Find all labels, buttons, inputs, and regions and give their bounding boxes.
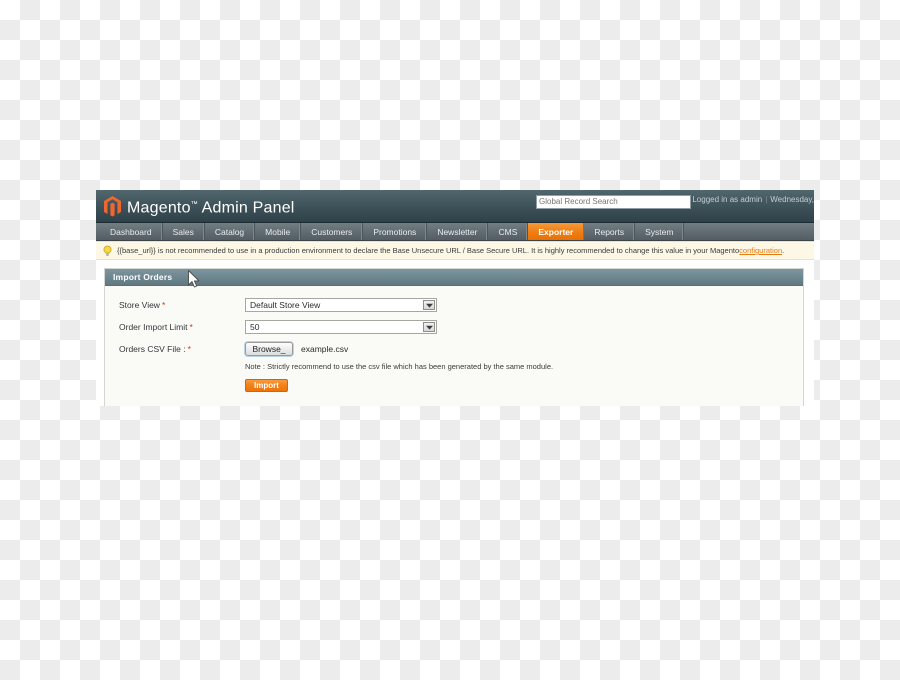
required-marker: * bbox=[161, 300, 166, 310]
chevron-down-icon[interactable] bbox=[423, 322, 435, 332]
form-row-order-import-limit: Order Import Limit * 50 bbox=[105, 320, 803, 334]
csv-note-text: Note : Strictly recommend to use the csv… bbox=[245, 362, 554, 371]
content-area: Import Orders Store View * Default Store … bbox=[96, 260, 814, 406]
global-record-search-input[interactable] bbox=[536, 195, 691, 209]
form-row-store-view: Store View * Default Store View bbox=[105, 298, 803, 312]
nav-label: System bbox=[645, 226, 674, 237]
main-navigation: Dashboard Sales Catalog Mobile Customers… bbox=[96, 223, 814, 241]
base-url-notice: {{base_url}} is not recommended to use i… bbox=[96, 241, 814, 260]
nav-item-sales[interactable]: Sales bbox=[163, 223, 205, 240]
store-view-control: Default Store View bbox=[245, 298, 803, 312]
selected-filename: example.csv bbox=[301, 344, 349, 354]
logged-in-label: Logged in as admin bbox=[692, 195, 763, 204]
required-marker: * bbox=[189, 322, 193, 332]
nav-label: Reports bbox=[594, 226, 625, 237]
store-view-selected-value: Default Store View bbox=[250, 300, 321, 310]
notice-configuration-link[interactable]: configuration bbox=[739, 246, 782, 255]
store-view-label: Store View * bbox=[105, 298, 245, 312]
nav-label: CMS bbox=[498, 226, 518, 237]
nav-item-newsletter[interactable]: Newsletter bbox=[427, 223, 489, 240]
trademark-mark: ™ bbox=[190, 201, 198, 208]
nav-item-reports[interactable]: Reports bbox=[584, 223, 636, 240]
magento-logo[interactable]: Magento™ Admin Panel bbox=[104, 194, 295, 218]
nav-item-dashboard[interactable]: Dashboard bbox=[96, 223, 163, 240]
nav-item-system[interactable]: System bbox=[635, 223, 685, 240]
notice-text: {{base_url}} is not recommended to use i… bbox=[117, 246, 740, 255]
orders-csv-file-label: Orders CSV File : * bbox=[105, 342, 245, 356]
order-import-limit-select[interactable]: 50 bbox=[245, 320, 437, 334]
nav-label: Mobile bbox=[265, 226, 291, 237]
panel-word: Admin Panel bbox=[201, 199, 295, 217]
form-row-orders-csv-file: Orders CSV File : * Browse_ example.csv N… bbox=[105, 342, 803, 392]
session-separator: | bbox=[765, 195, 768, 204]
store-view-select[interactable]: Default Store View bbox=[245, 298, 437, 312]
nav-label: Newsletter bbox=[437, 226, 478, 237]
session-info: Logged in as admin | Wednesday, bbox=[692, 195, 814, 204]
nav-label: Customers bbox=[311, 226, 353, 237]
brand-name: Magento bbox=[127, 199, 191, 217]
session-date: Wednesday, bbox=[770, 195, 814, 204]
order-import-limit-selected-value: 50 bbox=[250, 322, 260, 332]
nav-label: Exporter bbox=[538, 226, 574, 237]
nav-item-catalog[interactable]: Catalog bbox=[205, 223, 256, 240]
notice-text-after: . bbox=[782, 246, 785, 255]
nav-item-exporter[interactable]: Exporter bbox=[528, 223, 585, 240]
magento-admin-window: Magento™ Admin Panel Logged in as admin|… bbox=[96, 190, 814, 406]
orders-csv-file-label-text: Orders CSV File : bbox=[119, 344, 186, 354]
nav-label: Sales bbox=[172, 226, 194, 237]
nav-item-mobile[interactable]: Mobile bbox=[255, 223, 302, 240]
nav-label: Dashboard bbox=[110, 226, 152, 237]
nav-label: Catalog bbox=[214, 226, 245, 237]
admin-panel-title: Magento™ Admin Panel bbox=[127, 194, 295, 218]
order-import-limit-control: 50 bbox=[245, 320, 803, 334]
nav-item-customers[interactable]: Customers bbox=[301, 223, 364, 240]
admin-header: Magento™ Admin Panel Logged in as admin|… bbox=[96, 190, 814, 223]
chevron-down-icon[interactable] bbox=[423, 300, 435, 310]
browse-button[interactable]: Browse_ bbox=[245, 342, 293, 356]
panel-header: Import Orders bbox=[105, 269, 803, 286]
page-title: Import Orders bbox=[113, 272, 173, 282]
magento-logo-icon bbox=[104, 195, 121, 217]
store-view-label-text: Store View bbox=[119, 300, 160, 310]
nav-item-cms[interactable]: CMS bbox=[488, 223, 529, 240]
lightbulb-icon bbox=[102, 245, 113, 257]
required-marker: * bbox=[187, 344, 191, 354]
file-upload-row: Browse_ example.csv bbox=[245, 342, 803, 356]
orders-csv-file-control: Browse_ example.csv Note : Strictly reco… bbox=[245, 342, 803, 392]
order-import-limit-label-text: Order Import Limit bbox=[119, 322, 188, 332]
import-button[interactable]: Import bbox=[245, 379, 288, 392]
panel-body: Store View * Default Store View Order Imp… bbox=[105, 286, 803, 406]
nav-label: Promotions bbox=[373, 226, 417, 237]
order-import-limit-label: Order Import Limit * bbox=[105, 320, 245, 334]
nav-item-promotions[interactable]: Promotions bbox=[363, 223, 428, 240]
import-orders-panel: Import Orders Store View * Default Store … bbox=[104, 268, 804, 406]
